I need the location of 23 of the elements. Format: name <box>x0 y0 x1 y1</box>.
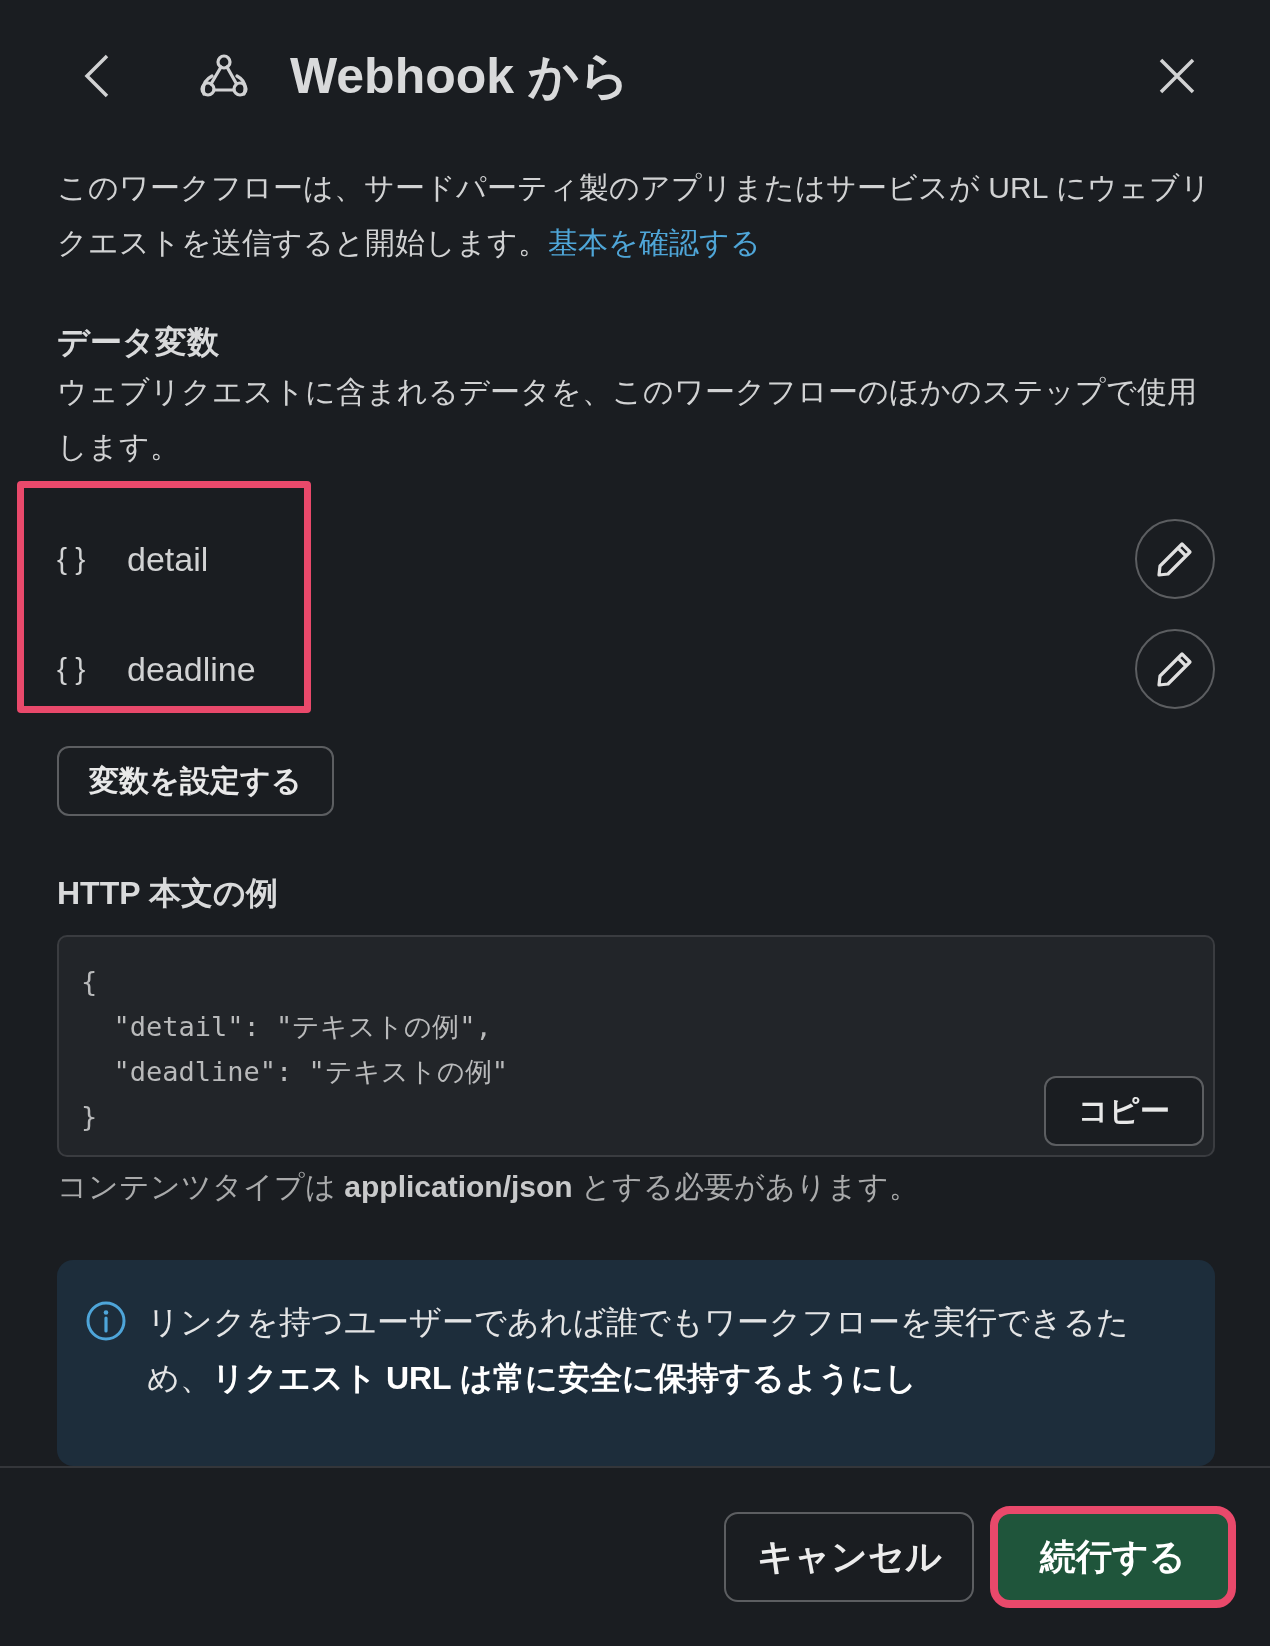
info-icon <box>85 1300 127 1342</box>
pencil-icon <box>1156 540 1194 578</box>
variable-name: detail <box>127 539 210 579</box>
variable-name: deadline <box>127 649 257 689</box>
section-title: HTTP 本文の例 <box>57 874 279 913</box>
section-title: データ変数 <box>57 323 220 362</box>
variable-icon: { } <box>57 652 127 686</box>
cancel-button[interactable]: キャンセル <box>724 1512 974 1602</box>
close-icon[interactable] <box>1159 58 1195 94</box>
pencil-icon <box>1156 650 1194 688</box>
description-text: このワークフローは、サードパーティ製のアプリまたはサービスが URL にウェブリクエストを送信すると開始します。基本を確認する <box>57 170 1212 261</box>
learn-link[interactable]: 基本を確認する <box>548 226 761 259</box>
code-text: { "detail": "テキストの例", "deadline": "テキストの例" } <box>81 965 509 1134</box>
panel-title: Webhook から <box>290 46 630 106</box>
copy-button[interactable]: コピー <box>1044 1076 1204 1146</box>
info-text: リンクを持つユーザーであれば誰でもワークフローを実行できるため、リクエスト URL は常に安全に保持するようにし <box>147 1303 1130 1398</box>
section-description: ウェブリクエストに含まれるデータを、このワークフローのほかのステップで使用します。 <box>57 374 1198 465</box>
content-type-note: コンテンツタイプは application/json とする必要があります。 <box>57 1169 921 1205</box>
variable-icon: { } <box>57 542 127 576</box>
edit-button[interactable] <box>1135 519 1215 599</box>
edit-button[interactable] <box>1135 629 1215 709</box>
back-icon[interactable] <box>84 53 110 99</box>
set-variables-button[interactable]: 変数を設定する <box>57 746 334 816</box>
